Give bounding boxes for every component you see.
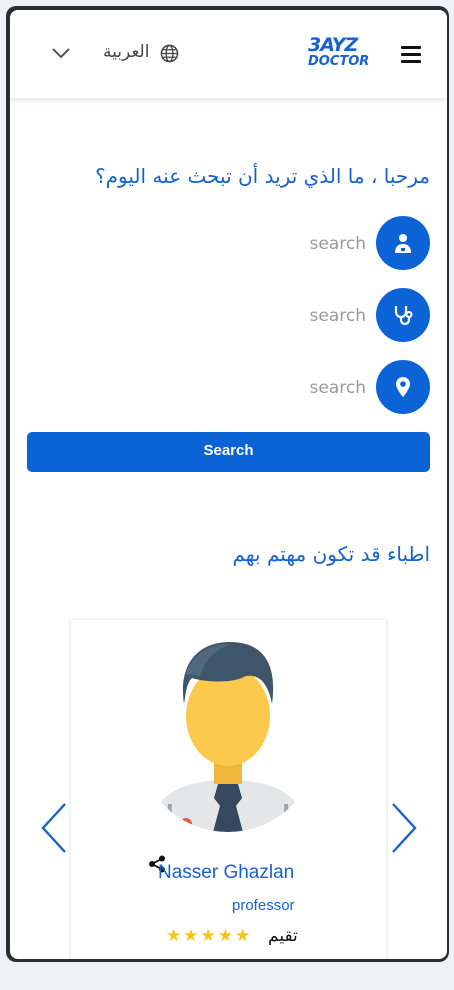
- location-icon-button[interactable]: [376, 360, 430, 414]
- location-icon: [396, 377, 410, 397]
- location-search-input[interactable]: [164, 373, 368, 403]
- language-label[interactable]: العربية: [103, 42, 149, 62]
- search-button[interactable]: Search: [27, 432, 430, 472]
- carousel-next-icon[interactable]: [390, 802, 418, 854]
- logo-line2: DOCTOR: [308, 54, 370, 69]
- search-row-location: [30, 360, 430, 414]
- search-row-specialty: [30, 288, 430, 342]
- stethoscope-icon: [394, 306, 413, 326]
- app-logo[interactable]: 3AYZ DOCTOR: [308, 34, 370, 74]
- doctor-title: professor: [232, 897, 295, 914]
- stethoscope-icon-button[interactable]: [376, 288, 430, 342]
- menu-icon[interactable]: [401, 46, 421, 63]
- welcome-heading: مرحبا ، ما الذي تريد أن تبحث عنه اليوم؟: [95, 164, 430, 188]
- carousel-prev-icon[interactable]: [40, 802, 68, 854]
- recommended-heading: اطباء قد تكون مهتم بهم: [232, 542, 431, 566]
- top-header: العربية 3AYZ DOCTOR: [10, 10, 447, 98]
- specialty-search-input[interactable]: [164, 301, 368, 331]
- app-screen: العربية 3AYZ DOCTOR مرحبا ، ما الذي تريد…: [10, 10, 447, 959]
- doctor-name[interactable]: Nasser Ghazlan: [158, 862, 294, 884]
- rating-label: تقيم: [268, 926, 298, 946]
- globe-icon: [160, 44, 179, 63]
- logo-line1: 3AYZ: [308, 34, 358, 56]
- chevron-down-icon[interactable]: [50, 42, 72, 64]
- rating-stars: ★★★★★: [166, 926, 253, 946]
- search-row-doctor: [30, 216, 430, 270]
- doctor-search-input[interactable]: [164, 229, 368, 259]
- doctor-avatar: [138, 642, 318, 832]
- doctor-icon-button[interactable]: [376, 216, 430, 270]
- doctor-icon: [395, 234, 411, 253]
